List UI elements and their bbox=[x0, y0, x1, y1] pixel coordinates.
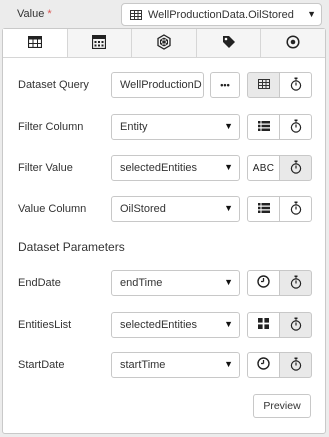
stopwatch-icon bbox=[290, 201, 302, 218]
dynamic-binding-button[interactable] bbox=[279, 72, 312, 98]
tab-calculator[interactable] bbox=[67, 29, 133, 57]
binding-panel: Dataset Query WellProductionD ••• Filter… bbox=[2, 28, 326, 434]
param-label: EntitiesList bbox=[18, 319, 72, 331]
dataset-query-label: Dataset Query bbox=[18, 79, 89, 91]
tab-table[interactable] bbox=[3, 29, 68, 57]
stopwatch-icon bbox=[290, 317, 302, 334]
param-label: StartDate bbox=[18, 359, 65, 371]
stopwatch-icon bbox=[290, 357, 302, 374]
dataset-query-input[interactable]: WellProductionD bbox=[111, 72, 204, 98]
param-value-select[interactable]: selectedEntities ▼ bbox=[111, 312, 240, 338]
chevron-down-icon: ▼ bbox=[224, 162, 233, 172]
hexagon-graph-icon bbox=[156, 33, 172, 53]
preview-button[interactable]: Preview bbox=[253, 394, 311, 418]
table-icon bbox=[257, 78, 270, 92]
value-column-row: Value Column OilStored ▼ bbox=[3, 196, 325, 224]
dynamic-binding-button[interactable] bbox=[279, 196, 312, 222]
chevron-down-icon: ▼ bbox=[224, 359, 233, 369]
chevron-down-icon: ▼ bbox=[224, 121, 233, 131]
filter-column-label: Filter Column bbox=[18, 121, 84, 133]
chevron-down-icon: ▼ bbox=[224, 277, 233, 287]
value-field-label: Value * bbox=[17, 8, 52, 20]
dynamic-binding-button[interactable] bbox=[279, 155, 312, 181]
filter-value-label: Filter Value bbox=[18, 162, 73, 174]
param-value-select[interactable]: endTime ▼ bbox=[111, 270, 240, 296]
tab-tag[interactable] bbox=[196, 29, 262, 57]
more-options-button[interactable]: ••• bbox=[210, 72, 240, 98]
filter-column-select[interactable]: Entity ▼ bbox=[111, 114, 240, 140]
table-icon bbox=[130, 10, 142, 23]
datetime-mode-button[interactable] bbox=[247, 270, 280, 296]
table-icon bbox=[27, 35, 42, 51]
chevron-down-icon: ▼ bbox=[224, 319, 233, 329]
entity-list-mode-button[interactable] bbox=[247, 312, 280, 338]
stopwatch-icon bbox=[290, 275, 302, 292]
stopwatch-icon bbox=[290, 119, 302, 136]
list-icon bbox=[257, 202, 270, 216]
required-marker: * bbox=[47, 8, 52, 20]
calculator-icon bbox=[92, 34, 107, 52]
filter-value-row: Filter Value selectedEntities ▼ ABC bbox=[3, 155, 325, 183]
list-mode-button[interactable] bbox=[247, 114, 280, 140]
param-row-enddate: EndDate endTime ▼ bbox=[3, 270, 325, 298]
dynamic-binding-button[interactable] bbox=[279, 312, 312, 338]
value-column-label: Value Column bbox=[18, 203, 87, 215]
list-mode-button[interactable] bbox=[247, 196, 280, 222]
param-label: EndDate bbox=[18, 277, 61, 289]
dynamic-binding-button[interactable] bbox=[279, 114, 312, 140]
param-row-startdate: StartDate startTime ▼ bbox=[3, 352, 325, 380]
dataset-query-row: Dataset Query WellProductionD ••• bbox=[3, 72, 325, 100]
stopwatch-icon bbox=[290, 77, 302, 94]
list-icon bbox=[257, 120, 270, 134]
target-icon bbox=[286, 34, 300, 52]
param-row-entitieslist: EntitiesList selectedEntities ▼ bbox=[3, 312, 325, 340]
tab-target[interactable] bbox=[261, 29, 325, 57]
value-select-text: WellProductionData.OilStored bbox=[148, 9, 294, 21]
dataset-parameters-title: Dataset Parameters bbox=[18, 240, 125, 254]
param-value-select[interactable]: startTime ▼ bbox=[111, 352, 240, 378]
stopwatch-icon bbox=[290, 160, 302, 177]
grid-icon bbox=[258, 318, 269, 332]
datetime-mode-button[interactable] bbox=[247, 352, 280, 378]
chevron-down-icon: ▼ bbox=[307, 9, 316, 19]
filter-column-row: Filter Column Entity ▼ bbox=[3, 114, 325, 142]
string-mode-button[interactable]: ABC bbox=[247, 155, 280, 181]
tab-bar bbox=[3, 29, 325, 58]
dynamic-binding-button[interactable] bbox=[279, 270, 312, 296]
clock-icon bbox=[257, 357, 270, 373]
dynamic-binding-button[interactable] bbox=[279, 352, 312, 378]
clock-icon bbox=[257, 275, 270, 291]
filter-value-select[interactable]: selectedEntities ▼ bbox=[111, 155, 240, 181]
tag-icon bbox=[222, 35, 236, 52]
value-column-select[interactable]: OilStored ▼ bbox=[111, 196, 240, 222]
value-select[interactable]: WellProductionData.OilStored ▼ bbox=[121, 3, 322, 26]
table-mode-button[interactable] bbox=[247, 72, 280, 98]
chevron-down-icon: ▼ bbox=[224, 203, 233, 213]
tab-graph[interactable] bbox=[132, 29, 197, 57]
